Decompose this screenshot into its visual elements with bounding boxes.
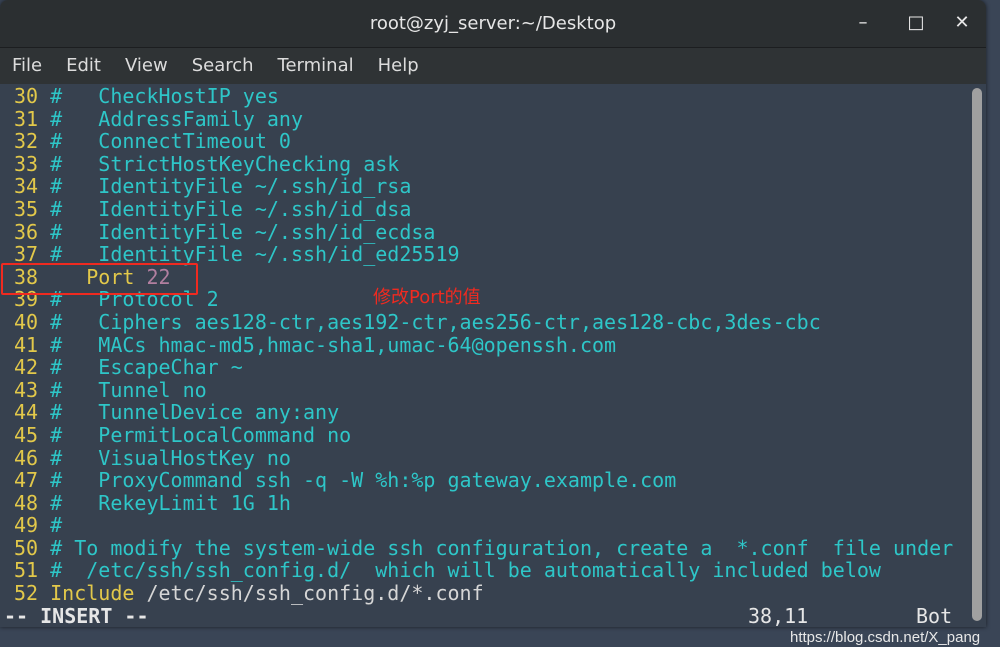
code-text: # /etc/ssh/ssh_config.d/ which will be a… xyxy=(38,558,881,583)
code-text: # Ciphers aes128-ctr,aes192-ctr,aes256-c… xyxy=(38,309,821,334)
line-number: 32 xyxy=(14,129,39,154)
code-lines: 30 # CheckHostIP yes 31 # AddressFamily a… xyxy=(0,85,986,605)
code-line: 31 # AddressFamily any xyxy=(0,106,986,131)
title-bar[interactable]: root@zyj_server:~/Desktop – □ ✕ xyxy=(0,0,986,48)
line-number: 52 xyxy=(14,581,39,606)
menu-file[interactable]: File xyxy=(12,55,42,77)
line-number: 46 xyxy=(14,445,39,470)
code-text: # StrictHostKeyChecking ask xyxy=(38,151,400,176)
code-line: 43 # Tunnel no xyxy=(0,377,986,402)
code-text: /etc/ssh/ssh_config.d/*.conf xyxy=(134,581,484,606)
code-line: 45 # PermitLocalCommand no xyxy=(0,424,986,447)
watermark: https://blog.csdn.net/X_pang xyxy=(790,629,981,646)
line-number: 35 xyxy=(14,196,39,221)
line-number: 50 xyxy=(14,535,39,560)
line-number: 42 xyxy=(14,355,39,380)
code-text: # IdentityFile ~/.ssh/id_ecdsa xyxy=(38,219,436,244)
code-text: # EscapeChar ~ xyxy=(38,355,243,380)
line-number: 31 xyxy=(14,106,39,131)
vim-status-line: -- INSERT -- 38,11 Bot xyxy=(0,605,986,627)
maximize-icon[interactable]: □ xyxy=(904,12,928,34)
line-number: 48 xyxy=(14,490,39,515)
scroll-position: Bot xyxy=(916,603,953,628)
code-line: 34 # IdentityFile ~/.ssh/id_rsa xyxy=(0,175,986,198)
code-line: 44 # TunnelDevice any:any xyxy=(0,401,986,424)
code-text: # AddressFamily any xyxy=(38,106,303,131)
line-number: 44 xyxy=(14,400,39,425)
code-text: # xyxy=(38,513,63,538)
code-text: # ProxyCommand ssh -q -W %h:%p gateway.e… xyxy=(38,468,677,493)
minimize-icon[interactable]: – xyxy=(851,12,875,34)
code-line: 47 # ProxyCommand ssh -q -W %h:%p gatewa… xyxy=(0,469,986,492)
line-number: 45 xyxy=(14,422,39,447)
code-line: 49 # xyxy=(0,514,986,537)
code-text: # PermitLocalCommand no xyxy=(38,422,352,447)
code-line: 51 # /etc/ssh/ssh_config.d/ which will b… xyxy=(0,559,986,582)
code-line: 52 Include /etc/ssh/ssh_config.d/*.conf xyxy=(0,582,986,605)
code-line: 30 # CheckHostIP yes xyxy=(0,85,986,108)
code-line: 36 # IdentityFile ~/.ssh/id_ecdsa xyxy=(0,219,986,244)
code-text: # IdentityFile ~/.ssh/id_rsa xyxy=(38,174,412,199)
menu-terminal[interactable]: Terminal xyxy=(278,55,354,77)
scrollbar[interactable] xyxy=(972,88,982,621)
menu-help[interactable]: Help xyxy=(378,55,419,77)
code-line: 42 # EscapeChar ~ xyxy=(0,356,986,379)
code-text: # MACs hmac-md5,hmac-sha1,umac-64@openss… xyxy=(38,332,617,357)
code-text: # TunnelDevice any:any xyxy=(38,400,340,425)
line-number: 49 xyxy=(14,513,39,538)
code-line: 48 # RekeyLimit 1G 1h xyxy=(0,490,986,515)
code-text: # CheckHostIP yes xyxy=(38,84,279,108)
line-number: 33 xyxy=(14,151,39,176)
code-line: 41 # MACs hmac-md5,hmac-sha1,umac-64@ope… xyxy=(0,332,986,357)
line-number: 51 xyxy=(14,558,39,583)
line-number: 30 xyxy=(14,84,39,108)
code-text: # IdentityFile ~/.ssh/id_dsa xyxy=(38,196,412,221)
window-title: root@zyj_server:~/Desktop xyxy=(369,13,617,34)
line-number: 34 xyxy=(14,174,39,199)
terminal-window: root@zyj_server:~/Desktop – □ ✕ File Edi… xyxy=(0,0,986,627)
line-number: 43 xyxy=(14,377,39,402)
code-text: # ConnectTimeout 0 xyxy=(38,129,291,154)
terminal-content[interactable]: 修改Port的值 30 # CheckHostIP yes 31 # Addres… xyxy=(0,84,986,627)
line-number: 41 xyxy=(14,332,39,357)
code-text: # To modify the system-wide ssh configur… xyxy=(38,535,954,560)
mode-indicator: -- INSERT -- xyxy=(4,603,149,628)
cursor-position: 38,11 xyxy=(748,603,809,628)
code-line: 50 # To modify the system-wide ssh confi… xyxy=(0,537,986,560)
menu-bar: File Edit View Search Terminal Help xyxy=(0,48,986,84)
code-line: 32 # ConnectTimeout 0 xyxy=(0,130,986,153)
close-icon[interactable]: ✕ xyxy=(950,12,974,34)
menu-view[interactable]: View xyxy=(125,55,168,77)
highlight-box xyxy=(1,263,198,295)
code-text: Include xyxy=(38,581,135,606)
menu-edit[interactable]: Edit xyxy=(66,55,101,77)
code-line: 33 # StrictHostKeyChecking ask xyxy=(0,151,986,176)
code-line: 40 # Ciphers aes128-ctr,aes192-ctr,aes25… xyxy=(0,311,986,334)
menu-search[interactable]: Search xyxy=(192,55,254,77)
line-number: 40 xyxy=(14,309,39,334)
code-text: # Tunnel no xyxy=(38,377,207,402)
code-line: 46 # VisualHostKey no xyxy=(0,445,986,470)
annotation-note: 修改Port的值 xyxy=(373,287,481,308)
code-text: # VisualHostKey no xyxy=(38,445,291,470)
line-number: 36 xyxy=(14,219,39,244)
code-line: 35 # IdentityFile ~/.ssh/id_dsa xyxy=(0,198,986,221)
line-number: 47 xyxy=(14,468,39,493)
code-text: # RekeyLimit 1G 1h xyxy=(38,490,291,515)
